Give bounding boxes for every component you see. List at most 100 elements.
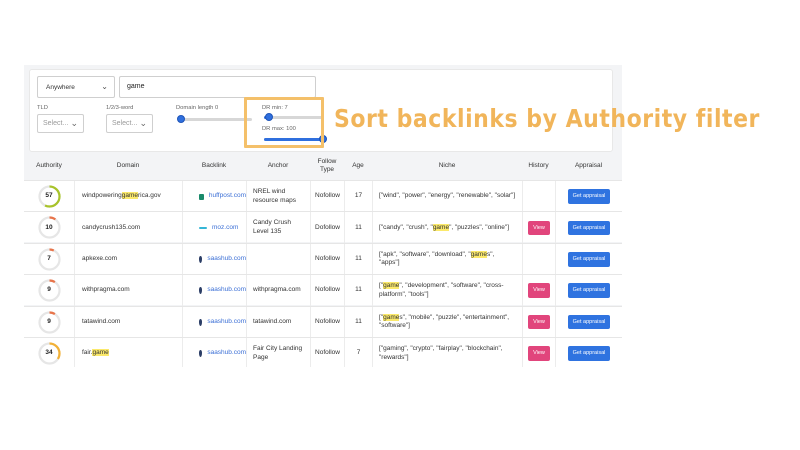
follow-type-text: Nofollow [315, 255, 340, 263]
get-appraisal-button[interactable]: Get appraisal [567, 189, 611, 204]
niche-keyword-highlight: game [383, 313, 400, 321]
appraisal-cell: Get appraisal [555, 243, 622, 275]
authority-gauge: 57 [37, 185, 61, 208]
niche-keyword-highlight: game [383, 282, 400, 290]
header-authority[interactable]: Authority [24, 152, 74, 180]
domain-length-handle[interactable] [177, 115, 185, 123]
follow-type-cell: Nofollow [310, 181, 344, 212]
domain-cell[interactable]: windpoweringgamerica.gov [74, 181, 182, 212]
table-row: 10 candycrush135.com moz.com Candy Crush Le… [24, 211, 622, 244]
header-domain[interactable]: Domain [74, 152, 182, 180]
backlink-cell[interactable]: huffpost.com [182, 181, 246, 212]
authority-cell: 9 [24, 307, 74, 338]
get-appraisal-button[interactable]: Get appraisal [567, 283, 611, 298]
search-input[interactable]: game [119, 76, 316, 98]
domain-text: withpragma.com [82, 286, 130, 295]
view-history-button[interactable]: View [528, 314, 550, 330]
view-history-button[interactable]: View [528, 220, 550, 236]
backlink-cell[interactable]: saashub.com [182, 275, 246, 307]
age-text: 11 [355, 223, 362, 231]
authority-cell: 7 [24, 244, 74, 275]
get-appraisal-button[interactable]: Get appraisal [567, 220, 611, 236]
niche-cell: ["apk", "software", "download", "games",… [372, 243, 522, 275]
backlink-link: saashub.com [207, 349, 246, 357]
age-cell: 11 [344, 275, 372, 307]
age-cell: 11 [344, 306, 372, 338]
dr-filter-highlight-box [244, 97, 324, 148]
domain-text: candycrush135.com [82, 224, 140, 233]
domain-text-part: withpragma.com [82, 286, 130, 294]
header-appraisal: Appraisal [574, 162, 603, 169]
header-niche[interactable]: Niche [372, 152, 522, 180]
header-age[interactable]: Age [344, 152, 372, 180]
search-input-value: game [127, 83, 145, 90]
tld-label: TLD [37, 105, 48, 111]
domain-cell[interactable]: fair.game [74, 338, 182, 367]
domain-cell[interactable]: candycrush135.com [74, 212, 182, 244]
authority-cell: 34 [24, 338, 74, 367]
domain-text-part: apkexe.com [82, 255, 118, 263]
history-cell: View [522, 275, 555, 307]
domain-keyword-highlight: game [121, 192, 139, 200]
table-row: 9 tatawind.com saashub.com tatawind.com Nofo… [24, 305, 622, 338]
anchor-cell: Fair City Landing Page [246, 338, 310, 367]
appraisal-cell: Get appraisal [555, 306, 622, 338]
authority-value: 9 [47, 286, 51, 294]
history-cell: View [522, 306, 555, 338]
niche-text: ["game", "development", "software", "cro… [379, 282, 516, 299]
authority-cell: 9 [24, 275, 74, 306]
backlink-cell[interactable]: moz.com [182, 212, 246, 244]
authority-cell: 57 [24, 181, 74, 212]
saashub-favicon-icon [199, 255, 203, 263]
niche-text: ["candy", "crush", "game", "puzzles", "o… [379, 223, 509, 233]
authority-gauge: 34 [37, 342, 61, 365]
authority-value: 34 [45, 349, 53, 357]
niche-text-part: ["candy", "crush", " [379, 223, 433, 231]
backlink-link: saashub.com [207, 255, 246, 263]
domain-cell[interactable]: withpragma.com [74, 275, 182, 307]
appraisal-cell: Get appraisal [555, 275, 622, 307]
domain-text-part: candycrush135.com [82, 223, 141, 231]
history-cell [522, 243, 555, 275]
chevron-down-icon: ⌄ [70, 118, 78, 128]
header-follow-type[interactable]: Follow Type [310, 152, 344, 180]
header-anchor[interactable]: Anchor [246, 152, 310, 180]
location-select[interactable]: Anywhere ⌄ [37, 76, 115, 98]
age-cell: 7 [344, 338, 372, 367]
word-count-select[interactable]: Select... ⌄ [106, 114, 153, 133]
follow-type-text: Dofollow [315, 223, 340, 231]
domain-length-slider[interactable] [177, 115, 252, 123]
backlink-link: saashub.com [207, 286, 246, 294]
header-backlink[interactable]: Backlink [182, 152, 246, 180]
header-history: History [528, 162, 549, 169]
follow-type-cell: Nofollow [310, 338, 344, 367]
get-appraisal-button[interactable]: Get appraisal [567, 346, 611, 361]
authority-value: 7 [47, 255, 51, 263]
domain-keyword-highlight: game [92, 349, 109, 357]
history-cell [522, 181, 555, 212]
domain-cell[interactable]: apkexe.com [74, 243, 182, 275]
tld-select[interactable]: Select... ⌄ [37, 114, 84, 133]
saashub-favicon-icon [199, 350, 203, 357]
backlink-cell[interactable]: saashub.com [182, 306, 246, 338]
word-count-label: 1/2/3-word [106, 105, 134, 111]
get-appraisal-button[interactable]: Get appraisal [567, 314, 611, 330]
view-history-button[interactable]: View [528, 283, 550, 298]
niche-text: ["games", "mobile", "puzzle", "entertain… [379, 313, 516, 331]
authority-value: 57 [45, 192, 53, 200]
backlink-link: moz.com [212, 223, 239, 231]
niche-text-part: ["gaming", "crypto", "fairplay", "blockc… [379, 345, 503, 361]
authority-value: 9 [47, 317, 51, 325]
get-appraisal-button[interactable]: Get appraisal [567, 252, 611, 267]
authority-gauge: 9 [37, 310, 61, 334]
domain-text: tatawind.com [82, 318, 120, 327]
appraisal-cell: Get appraisal [555, 212, 622, 244]
backlink-cell[interactable]: saashub.com [182, 243, 246, 275]
authority-gauge: 7 [37, 248, 61, 271]
backlink-cell[interactable]: saashub.com [182, 338, 246, 367]
table-row: 57 windpoweringgamerica.gov huffpost.com NR… [24, 180, 622, 212]
anchor-text: tatawind.com [253, 317, 292, 325]
chevron-down-icon: ⌄ [101, 82, 108, 91]
domain-cell[interactable]: tatawind.com [74, 306, 182, 338]
view-history-button[interactable]: View [528, 346, 550, 361]
